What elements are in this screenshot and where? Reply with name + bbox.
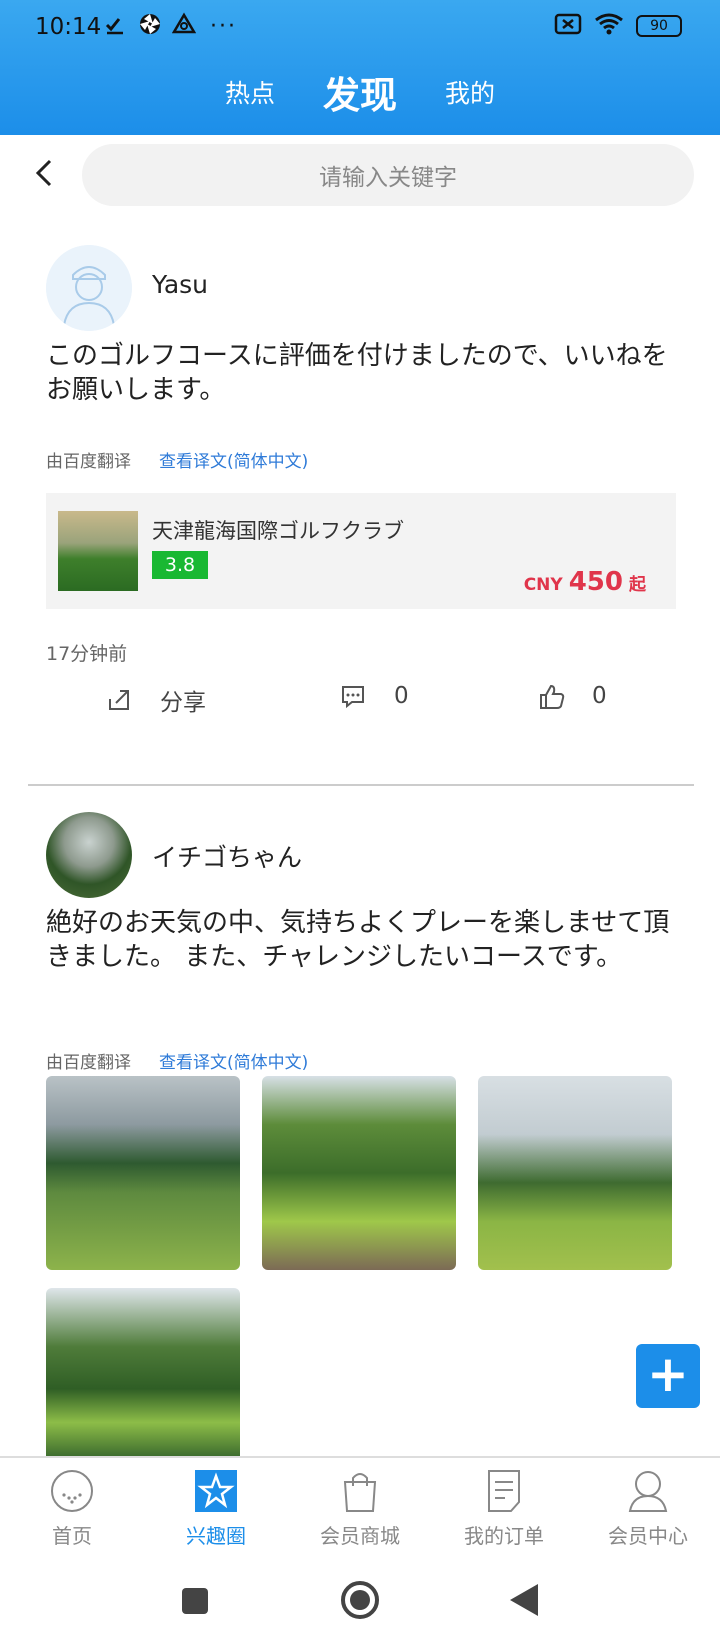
- nav-label: 首页: [52, 1524, 92, 1548]
- download-check-icon: [104, 12, 128, 36]
- price-currency: CNY: [523, 575, 563, 595]
- post-text: 絶好のお天気の中、気持ちよくプレーを楽しませて頂きました。 また、チャレンジした…: [46, 908, 670, 972]
- like-button[interactable]: 0: [538, 683, 607, 709]
- post-author[interactable]: Yasu: [152, 270, 208, 299]
- comment-button[interactable]: 0: [340, 683, 409, 709]
- home-circle-icon[interactable]: [340, 1580, 380, 1624]
- search-row: 请输入关键字: [0, 135, 720, 215]
- header-tabs: 热点 发现 我的: [0, 62, 720, 122]
- nav-my-orders[interactable]: 我的订单: [444, 1468, 564, 1549]
- status-bar: 10:14 ··· 90: [0, 0, 720, 55]
- course-rating-badge: 3.8: [152, 551, 208, 579]
- share-button[interactable]: 分享: [106, 683, 206, 717]
- post-author[interactable]: イチゴちゃん: [152, 838, 302, 874]
- nav-label: 会员商城: [320, 1524, 400, 1548]
- bottom-nav: 首页 兴趣圈 会员商城 我的订单 会员中心: [0, 1456, 720, 1562]
- nav-member-center[interactable]: 会员中心: [588, 1468, 708, 1549]
- sim-off-icon: [554, 12, 582, 40]
- post-card: イチゴちゃん 絶好のお天気の中、気持ちよくプレーを楽しませて頂きました。 また、…: [0, 786, 720, 1456]
- search-input[interactable]: 请输入关键字: [82, 144, 694, 206]
- back-triangle-icon[interactable]: [508, 1582, 540, 1622]
- status-more-dots: ···: [210, 14, 237, 39]
- translate-row: 由百度翻译 查看译文(简体中文): [46, 1048, 308, 1073]
- nav-member-mall[interactable]: 会员商城: [300, 1468, 420, 1549]
- triangle-app-icon: [171, 12, 197, 36]
- like-count: 0: [592, 683, 607, 709]
- app-root: 10:14 ··· 90 热点 发现 我的 请输入关键字 Yasu このゴルフコ…: [0, 0, 720, 1650]
- status-icons-left: [104, 12, 197, 36]
- avatar[interactable]: [46, 245, 132, 331]
- view-translation-link[interactable]: 查看译文(简体中文): [159, 1048, 308, 1073]
- comment-count: 0: [394, 683, 409, 709]
- status-icons-right: 90: [554, 12, 682, 40]
- post-actions: 分享 0 0: [0, 683, 720, 733]
- course-price: CNY 450 起: [524, 567, 646, 597]
- nav-label: 会员中心: [608, 1524, 688, 1548]
- thumbs-up-icon: [538, 683, 565, 709]
- share-label: 分享: [160, 690, 206, 716]
- translated-by-label: 由百度翻译: [46, 452, 131, 472]
- post-photo[interactable]: [46, 1076, 240, 1270]
- nav-home[interactable]: 首页: [12, 1468, 132, 1549]
- post-photo[interactable]: [478, 1076, 672, 1270]
- comment-icon: [340, 683, 366, 709]
- post-time: 17分钟前: [46, 643, 128, 665]
- battery-icon: 90: [636, 15, 682, 37]
- view-translation-link[interactable]: 查看译文(简体中文): [159, 447, 308, 472]
- add-post-button[interactable]: +: [636, 1344, 700, 1408]
- course-name: 天津龍海国際ゴルフクラブ: [152, 519, 404, 543]
- order-document-icon: [481, 1468, 527, 1514]
- share-icon: [106, 687, 132, 713]
- tab-mine[interactable]: 我的: [445, 74, 495, 110]
- status-time: 10:14: [35, 14, 102, 40]
- post-photo[interactable]: [46, 1288, 240, 1456]
- course-thumbnail: [58, 511, 138, 591]
- system-nav-bar: [0, 1562, 720, 1650]
- post-photo[interactable]: [262, 1076, 456, 1270]
- back-arrow-icon[interactable]: [30, 155, 60, 191]
- header: 10:14 ··· 90 热点 发现 我的: [0, 0, 720, 135]
- shopping-bag-icon: [337, 1468, 383, 1514]
- wifi-icon: [594, 12, 624, 40]
- nav-label: 兴趣圈: [186, 1524, 246, 1548]
- recent-apps-icon[interactable]: [180, 1586, 210, 1620]
- aperture-icon: [138, 12, 162, 36]
- tab-hot[interactable]: 热点: [225, 74, 275, 110]
- nav-label: 我的订单: [464, 1524, 544, 1548]
- nav-interest-circle[interactable]: 兴趣圈: [156, 1468, 276, 1549]
- post-card: Yasu このゴルフコースに評価を付けましたので、いいねをお願いします。 由百度…: [0, 215, 720, 785]
- post-text: このゴルフコースに評価を付けましたので、いいねをお願いします。: [46, 341, 668, 405]
- course-card[interactable]: 天津龍海国際ゴルフクラブ 3.8 CNY 450 起: [46, 493, 676, 609]
- person-icon: [625, 1468, 671, 1514]
- translate-row: 由百度翻译 查看译文(简体中文): [46, 447, 308, 472]
- price-amount: 450: [568, 567, 623, 597]
- translated-by-label: 由百度翻译: [46, 1053, 131, 1073]
- price-suffix: 起: [629, 575, 646, 595]
- star-icon: [193, 1468, 239, 1514]
- tab-discover[interactable]: 发现: [323, 65, 397, 119]
- golf-ball-icon: [49, 1468, 95, 1514]
- avatar[interactable]: [46, 812, 132, 898]
